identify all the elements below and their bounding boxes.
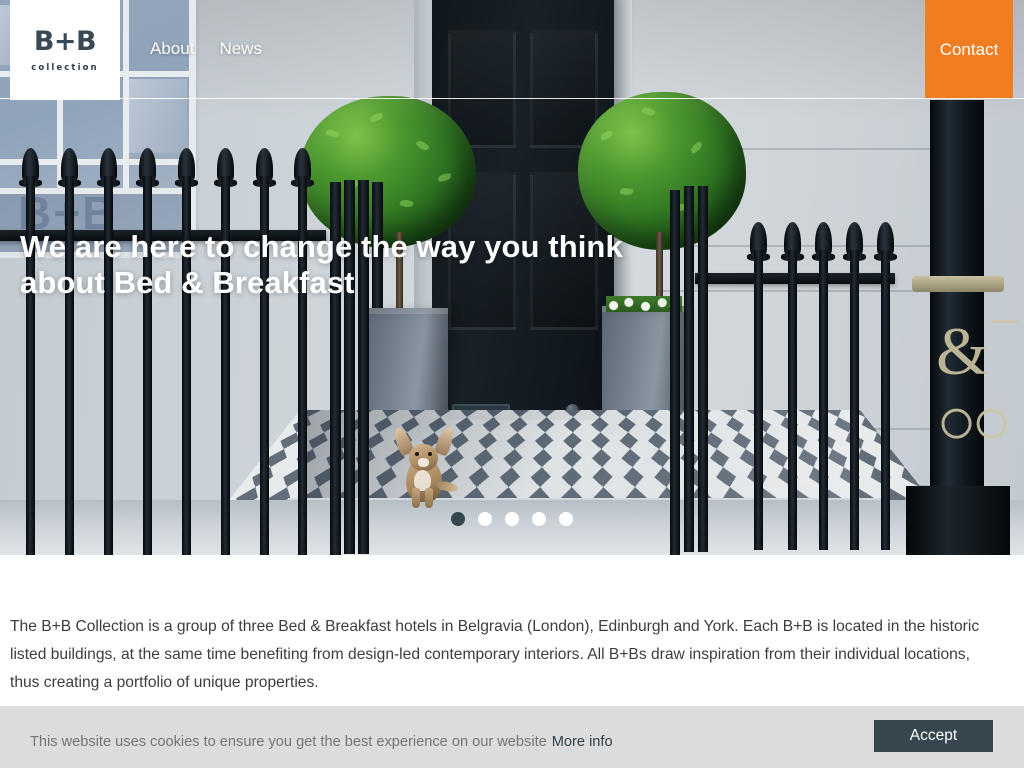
railing-spike (850, 250, 859, 550)
lamp-post-collar (916, 228, 1000, 280)
lamp-post-collar-lower (912, 276, 1004, 292)
hero-headline: We are here to change the way you think … (20, 229, 623, 300)
header-divider (0, 98, 1024, 99)
carousel-dot-1[interactable] (451, 512, 465, 526)
nav-item-news[interactable]: News (219, 36, 262, 62)
railing-spike (819, 250, 828, 550)
gate-post (698, 186, 708, 552)
carousel-dot-4[interactable] (532, 512, 546, 526)
logo-subtitle: collection (31, 62, 99, 73)
main-navigation: About News (150, 36, 262, 62)
railing-spike (881, 250, 890, 550)
topiary-tree-left (300, 96, 476, 248)
page-root: B+B (0, 0, 1024, 768)
carousel-dot-5[interactable] (559, 512, 573, 526)
logo-mark: B+B (33, 25, 97, 57)
topiary-tree-right (578, 92, 746, 250)
cookie-accept-button[interactable]: Accept (874, 720, 993, 752)
intro-paragraph: The B+B Collection is a group of three B… (10, 618, 980, 691)
contact-button[interactable]: Contact (925, 0, 1013, 99)
carousel-dot-2[interactable] (478, 512, 492, 526)
cookie-banner: This website uses cookies to ensure you … (0, 706, 1024, 768)
lamp-post-crest: & ‾ ○○ (936, 313, 1017, 459)
cookie-message: This website uses cookies to ensure you … (30, 734, 547, 750)
site-header: B+B collection About News Contact (0, 0, 1024, 100)
nav-item-about[interactable]: About (150, 36, 194, 62)
gate-post (670, 190, 680, 555)
intro-section: The B+B Collection is a group of three B… (0, 555, 1024, 697)
railing-spike (754, 250, 763, 550)
carousel-dots[interactable] (0, 512, 1024, 526)
cookie-message-wrap: This website uses cookies to ensure you … (30, 733, 613, 751)
railing-spike (788, 250, 797, 550)
pavement (0, 500, 1024, 555)
gate-post (684, 186, 694, 552)
site-logo[interactable]: B+B collection (10, 0, 120, 100)
carousel-dot-3[interactable] (505, 512, 519, 526)
cookie-more-info-link[interactable]: More info (552, 734, 613, 750)
chihuahua-dog (391, 425, 464, 510)
